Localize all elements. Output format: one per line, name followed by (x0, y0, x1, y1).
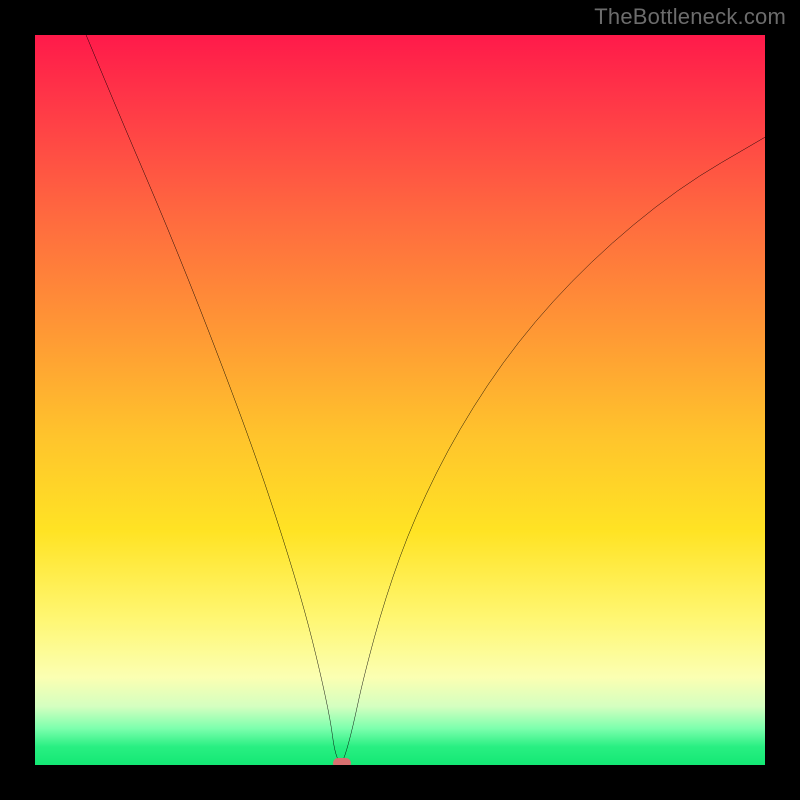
plot-area (35, 35, 765, 765)
chart-frame: TheBottleneck.com (0, 0, 800, 800)
watermark-text: TheBottleneck.com (594, 4, 786, 30)
bottleneck-curve (35, 35, 765, 765)
min-point-marker (333, 758, 351, 765)
